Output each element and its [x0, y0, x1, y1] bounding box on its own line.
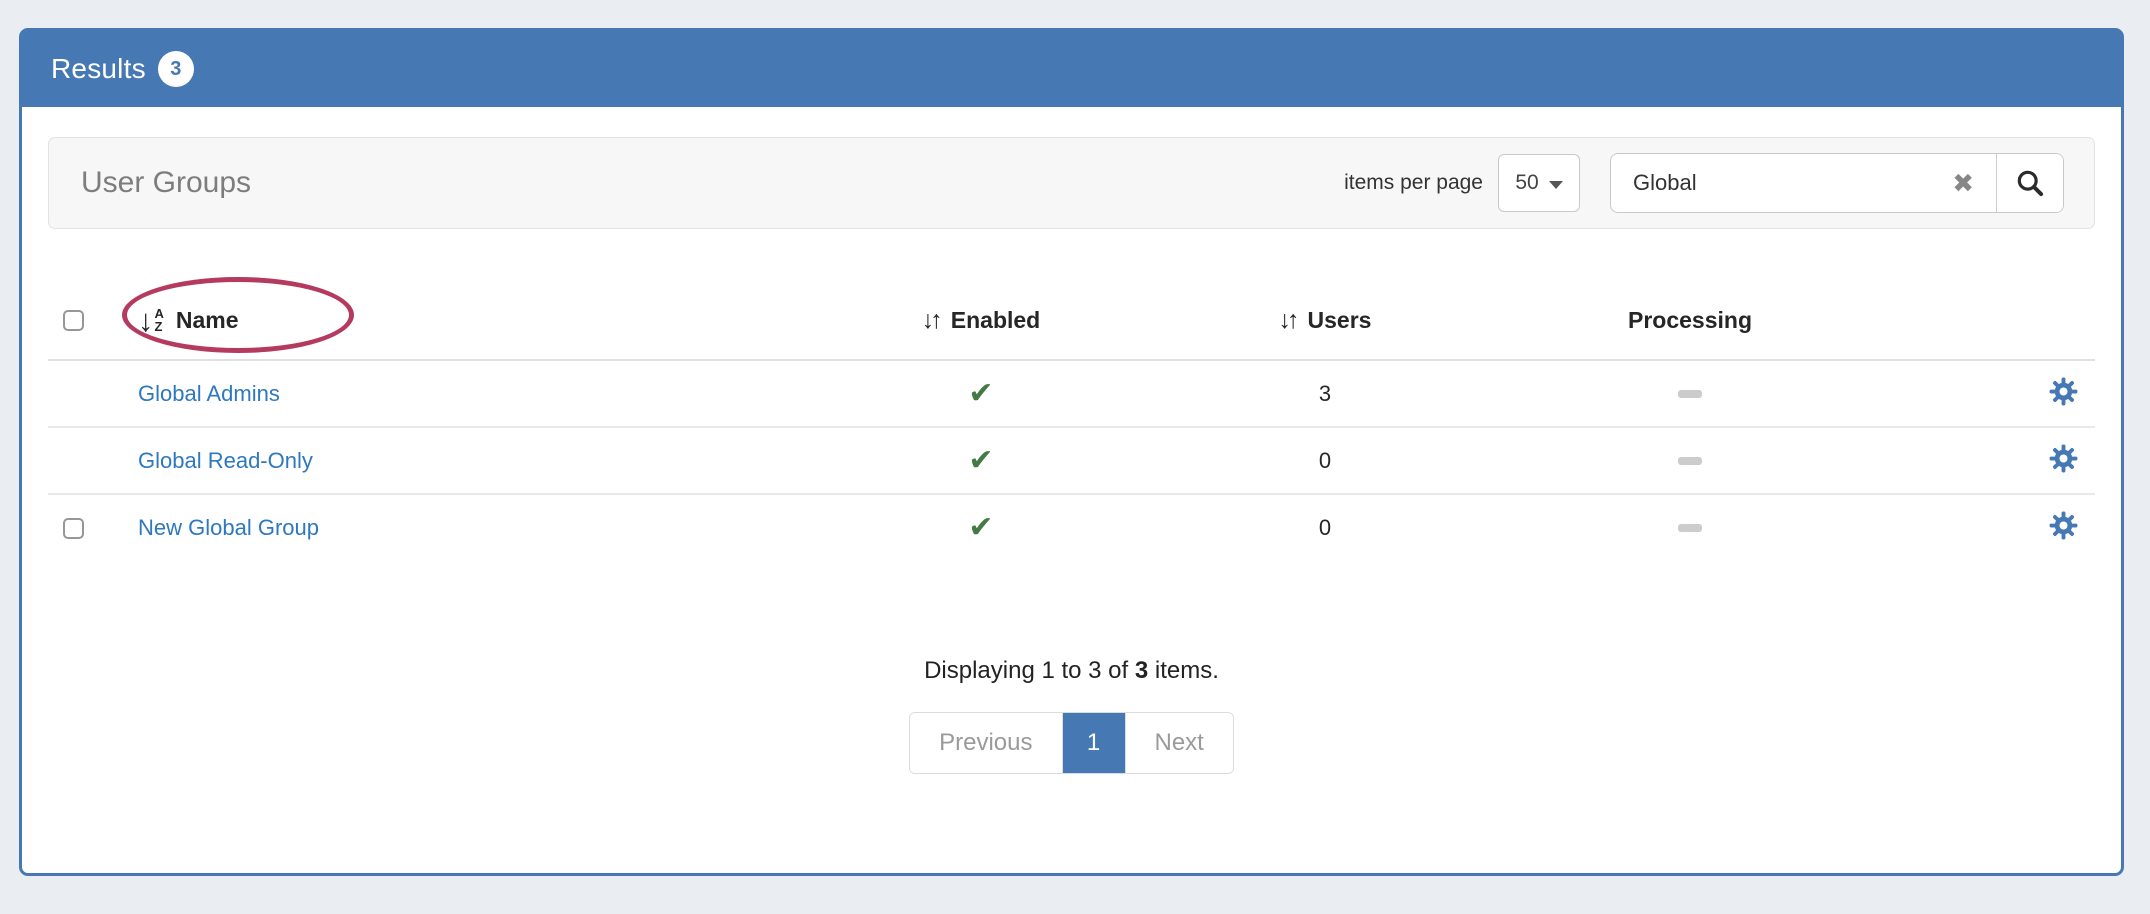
chevron-down-icon: [1549, 181, 1563, 189]
panel-title: Results: [51, 53, 146, 85]
gear-icon: [2048, 376, 2079, 407]
search-group: ✖: [1610, 153, 2064, 213]
page-size-value: 50: [1515, 171, 1538, 195]
column-header-processing: Processing: [1628, 307, 1752, 333]
search-button[interactable]: [1996, 154, 2063, 212]
sort-both-icon: ↓↑: [1279, 308, 1296, 333]
pager: Previous 1 Next: [909, 712, 1234, 774]
table-header-row: ↓ A Z Name ↓↑ Enabled: [48, 282, 2095, 360]
items-per-page-label: items per page: [1344, 171, 1483, 195]
search-input[interactable]: [1611, 154, 1996, 212]
row-settings-button[interactable]: [2048, 376, 2079, 407]
table-row: New Global Group ✔ 0: [48, 494, 2095, 561]
next-page-button[interactable]: Next: [1125, 713, 1233, 773]
column-header-users[interactable]: ↓↑ Users: [1279, 307, 1372, 334]
table-toolbar: User Groups items per page 50 ✖: [48, 137, 2095, 229]
search-icon: [2014, 167, 2046, 199]
pagination-summary: Displaying 1 to 3 of 3 items.: [22, 657, 2121, 685]
gear-icon: [2048, 443, 2079, 474]
results-header: Results 3: [22, 31, 2121, 107]
table-row: Global Admins ✔ 3: [48, 360, 2095, 427]
group-link[interactable]: Global Admins: [138, 381, 280, 406]
row-checkbox[interactable]: [63, 518, 84, 539]
enabled-check-icon: ✔: [968, 377, 993, 410]
clear-search-icon[interactable]: ✖: [1952, 170, 1974, 196]
processing-dash-icon: [1678, 457, 1702, 465]
users-count: 0: [1319, 515, 1331, 540]
toolbar-controls: items per page 50 ✖: [1344, 153, 2064, 213]
user-groups-table: ↓ A Z Name ↓↑ Enabled: [48, 282, 2095, 561]
page-size-select[interactable]: 50: [1498, 154, 1580, 212]
results-panel: Results 3 User Groups items per page 50 …: [19, 28, 2124, 876]
table-row: Global Read-Only ✔ 0: [48, 427, 2095, 494]
processing-dash-icon: [1678, 524, 1702, 532]
total-items-count: 3: [1135, 657, 1148, 684]
row-settings-button[interactable]: [2048, 443, 2079, 474]
column-header-enabled[interactable]: ↓↑ Enabled: [922, 307, 1040, 334]
enabled-check-icon: ✔: [968, 511, 993, 544]
sort-alpha-asc-icon: ↓ A Z: [138, 305, 164, 336]
gear-icon: [2048, 510, 2079, 541]
select-all-checkbox[interactable]: [63, 310, 84, 331]
column-header-name[interactable]: ↓ A Z Name: [138, 305, 239, 336]
search-input-wrap: ✖: [1611, 154, 1996, 212]
previous-page-button[interactable]: Previous: [910, 713, 1062, 773]
page-1-button[interactable]: 1: [1063, 713, 1125, 773]
results-count-badge: 3: [158, 51, 194, 87]
users-count: 0: [1319, 448, 1331, 473]
row-settings-button[interactable]: [2048, 510, 2079, 541]
sort-both-icon: ↓↑: [922, 308, 939, 333]
group-link[interactable]: New Global Group: [138, 515, 319, 540]
enabled-check-icon: ✔: [968, 444, 993, 477]
processing-dash-icon: [1678, 390, 1702, 398]
table-title: User Groups: [81, 166, 251, 200]
users-count: 3: [1319, 381, 1331, 406]
pager-row: Previous 1 Next: [22, 712, 2121, 774]
group-link[interactable]: Global Read-Only: [138, 448, 313, 473]
